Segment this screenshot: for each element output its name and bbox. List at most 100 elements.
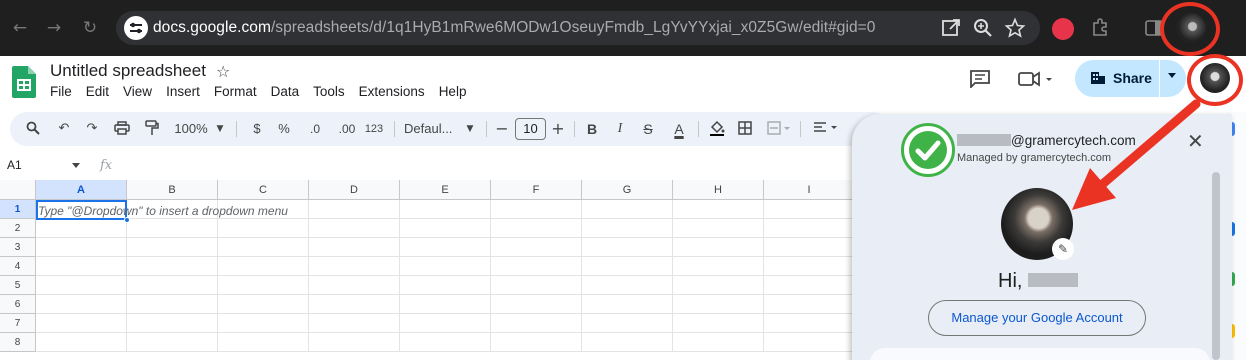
cell[interactable] <box>582 257 673 276</box>
cell[interactable] <box>400 314 491 333</box>
site-info-icon[interactable] <box>124 16 148 40</box>
font-size-input[interactable]: 10 <box>515 118 546 140</box>
cell[interactable] <box>491 333 582 352</box>
fill-color-icon[interactable] <box>708 112 726 146</box>
menu-format[interactable]: Format <box>214 84 257 99</box>
cell[interactable] <box>764 295 855 314</box>
cell[interactable] <box>673 333 764 352</box>
horizontal-align-icon[interactable] <box>812 112 840 146</box>
cell[interactable] <box>582 238 673 257</box>
sheets-logo-icon[interactable] <box>12 66 36 98</box>
forward-icon[interactable]: → <box>42 16 66 40</box>
manage-account-button[interactable]: Manage your Google Account <box>928 300 1146 336</box>
share-button[interactable]: Share <box>1075 60 1186 97</box>
cell[interactable] <box>218 333 309 352</box>
cell[interactable] <box>309 314 400 333</box>
cell[interactable] <box>400 219 491 238</box>
cell[interactable] <box>582 276 673 295</box>
select-all-corner[interactable] <box>0 180 36 200</box>
cell[interactable] <box>764 333 855 352</box>
cell[interactable] <box>400 276 491 295</box>
menu-edit[interactable]: Edit <box>86 84 109 99</box>
reload-icon[interactable]: ↻ <box>78 16 102 40</box>
extension-icon[interactable] <box>1052 18 1074 40</box>
spreadsheet-grid[interactable]: ABCDEFGHI 12345678 Type "@Dropdown" to i… <box>0 180 900 360</box>
text-color-button[interactable]: A <box>670 112 688 146</box>
cell[interactable] <box>127 314 218 333</box>
font-select[interactable]: Defaul... <box>404 112 466 146</box>
cell[interactable] <box>764 238 855 257</box>
cell[interactable] <box>400 238 491 257</box>
cell[interactable] <box>491 257 582 276</box>
cell[interactable] <box>127 257 218 276</box>
cell[interactable] <box>309 219 400 238</box>
more-formats-button[interactable]: 123 <box>362 112 386 146</box>
italic-button[interactable]: I <box>612 112 628 146</box>
cell[interactable] <box>491 276 582 295</box>
decrease-font-size-icon[interactable]: − <box>494 112 510 146</box>
cell[interactable] <box>582 295 673 314</box>
cell[interactable] <box>218 257 309 276</box>
cell[interactable] <box>127 276 218 295</box>
increase-decimal-button[interactable]: .00 <box>334 112 360 146</box>
column-header-g[interactable]: G <box>582 180 673 200</box>
menu-insert[interactable]: Insert <box>166 84 200 99</box>
cell[interactable] <box>764 314 855 333</box>
zoom-caret-icon[interactable]: ▼ <box>214 112 226 146</box>
cell[interactable] <box>582 333 673 352</box>
cell[interactable] <box>309 200 400 219</box>
currency-format-button[interactable]: $ <box>250 112 264 146</box>
cell[interactable] <box>127 333 218 352</box>
percent-format-button[interactable]: % <box>276 112 292 146</box>
cell[interactable] <box>491 238 582 257</box>
cell[interactable] <box>36 314 127 333</box>
cell[interactable] <box>673 314 764 333</box>
cell[interactable] <box>218 314 309 333</box>
cell[interactable] <box>127 219 218 238</box>
cell[interactable] <box>218 295 309 314</box>
cell[interactable] <box>309 333 400 352</box>
cell[interactable] <box>673 295 764 314</box>
edit-photo-icon[interactable]: ✎ <box>1052 238 1074 260</box>
cell[interactable] <box>491 200 582 219</box>
open-in-new-icon[interactable] <box>940 17 962 39</box>
cell[interactable] <box>309 295 400 314</box>
panel-scrollbar[interactable] <box>1212 172 1220 360</box>
column-header-h[interactable]: H <box>673 180 764 200</box>
cell[interactable] <box>673 200 764 219</box>
address-bar[interactable]: docs.google.com/spreadsheets/d/1q1HyB1mR… <box>116 11 1040 45</box>
cell[interactable] <box>400 257 491 276</box>
row-header-8[interactable]: 8 <box>0 333 36 352</box>
bold-button[interactable]: B <box>584 112 600 146</box>
cell[interactable] <box>127 295 218 314</box>
row-header-6[interactable]: 6 <box>0 295 36 314</box>
menu-data[interactable]: Data <box>271 84 300 99</box>
column-header-a[interactable]: A <box>36 180 127 200</box>
column-header-d[interactable]: D <box>309 180 400 200</box>
menu-view[interactable]: View <box>123 84 152 99</box>
bookmark-star-icon[interactable] <box>1004 17 1026 39</box>
cell[interactable] <box>491 295 582 314</box>
row-header-3[interactable]: 3 <box>0 238 36 257</box>
cell[interactable] <box>764 200 855 219</box>
cell[interactable] <box>491 314 582 333</box>
undo-icon[interactable]: ↶ <box>54 112 74 146</box>
column-header-c[interactable]: C <box>218 180 309 200</box>
cell[interactable] <box>309 276 400 295</box>
cell[interactable] <box>582 314 673 333</box>
cell[interactable] <box>764 257 855 276</box>
cell[interactable] <box>36 295 127 314</box>
column-header-b[interactable]: B <box>127 180 218 200</box>
row-header-1[interactable]: 1 <box>0 200 36 219</box>
name-box-caret-icon[interactable] <box>72 163 80 168</box>
cell[interactable] <box>36 276 127 295</box>
cell[interactable] <box>36 333 127 352</box>
zoom-icon[interactable] <box>972 17 994 39</box>
decrease-decimal-button[interactable]: .0 <box>304 112 326 146</box>
row-header-2[interactable]: 2 <box>0 219 36 238</box>
meet-video-icon[interactable] <box>1018 70 1058 93</box>
menu-tools[interactable]: Tools <box>313 84 345 99</box>
font-caret-icon[interactable]: ▼ <box>464 112 476 146</box>
cell[interactable] <box>764 219 855 238</box>
account-card[interactable] <box>870 348 1210 360</box>
